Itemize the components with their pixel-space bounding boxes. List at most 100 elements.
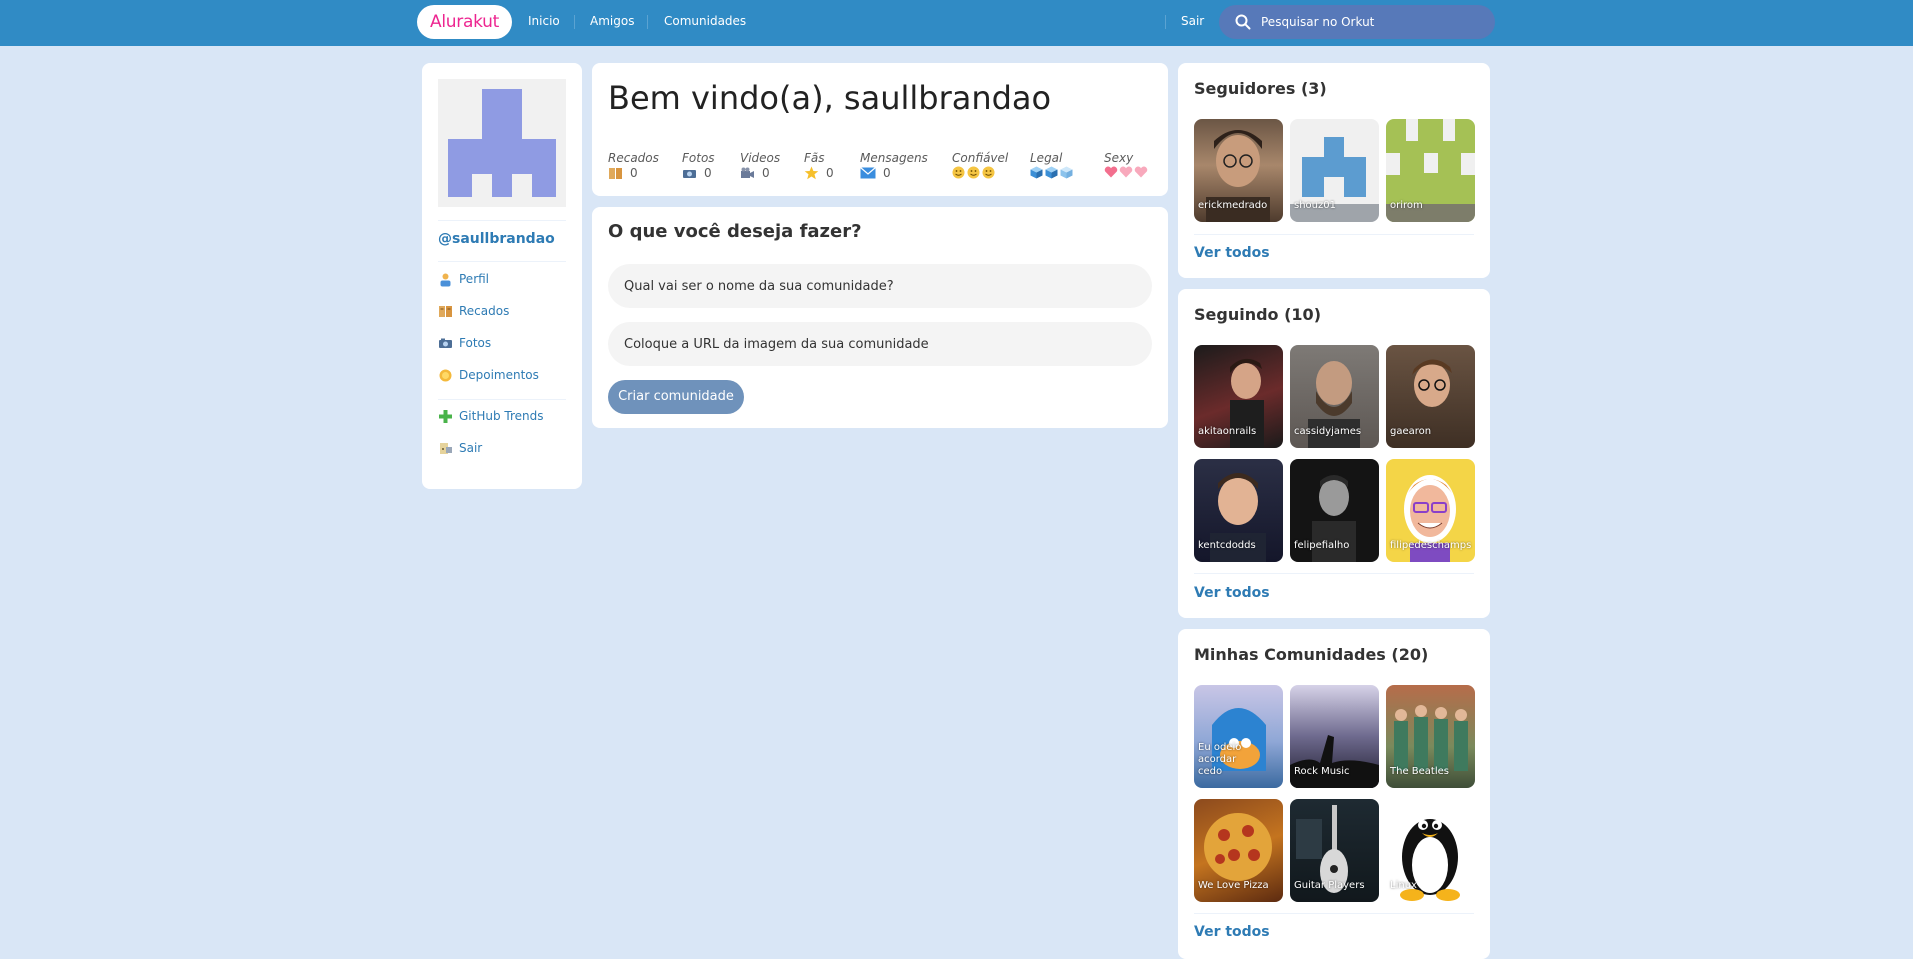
- search-input[interactable]: Pesquisar no Orkut: [1261, 15, 1374, 29]
- following-name: kentcdodds: [1198, 540, 1256, 551]
- following-name: felipefialho: [1294, 540, 1350, 551]
- nav-divider: [647, 15, 648, 29]
- stat-label: Sexy: [1104, 151, 1134, 165]
- stat-value: 0: [826, 166, 834, 180]
- camera-icon: [439, 338, 452, 348]
- profile-username[interactable]: @saullbrandao: [438, 231, 555, 247]
- stat-label: Fãs: [804, 151, 825, 165]
- alurakut-logo[interactable]: Alurakut: [417, 5, 512, 39]
- community-card[interactable]: Eu odeio acordar cedo: [1194, 685, 1283, 788]
- sidebar-item-recados[interactable]: Recados: [438, 303, 509, 319]
- ice-cube-icon: [1030, 166, 1043, 179]
- stat-fotos: Fotos 0: [682, 151, 715, 180]
- following-card[interactable]: gaearon: [1386, 345, 1475, 448]
- following-name: filipedeschamps: [1390, 540, 1472, 551]
- community-name-input[interactable]: [608, 264, 1152, 308]
- following-card[interactable]: felipefialho: [1290, 459, 1379, 562]
- smiley-icon: [967, 166, 980, 179]
- stat-legal: Legal: [1030, 151, 1073, 179]
- stat-videos: Videos 0: [740, 151, 780, 180]
- ice-cube-icon: [1045, 166, 1058, 179]
- following-card[interactable]: cassidyjames: [1290, 345, 1379, 448]
- identicon-image: [448, 89, 556, 197]
- following-card[interactable]: kentcdodds: [1194, 459, 1283, 562]
- following-name: cassidyjames: [1294, 426, 1362, 437]
- create-community-box: O que você deseja fazer? Criar comunidad…: [592, 207, 1168, 428]
- divider: [438, 399, 566, 400]
- nav-divider: [1165, 15, 1166, 29]
- communities-title: Minhas Comunidades (20): [1194, 645, 1429, 664]
- community-card[interactable]: Rock Music: [1290, 685, 1379, 788]
- stat-value: 0: [883, 166, 891, 180]
- sidebar-item-label: Depoimentos: [459, 368, 539, 382]
- follower-name: orirom: [1390, 200, 1423, 211]
- book-icon: [439, 305, 452, 317]
- sidebar-item-label: GitHub Trends: [459, 409, 544, 423]
- heart-icon: [1104, 166, 1118, 178]
- following-name: akitaonrails: [1198, 426, 1257, 437]
- stat-value: 0: [704, 166, 712, 180]
- community-name: Linux: [1390, 880, 1417, 891]
- following-box: Seguindo (10) akitaonrails cassidyjames …: [1178, 289, 1490, 618]
- community-card[interactable]: The Beatles: [1386, 685, 1475, 788]
- profile-sidebar: @saullbrandao Perfil Recados Fotos Depoi…: [422, 63, 582, 489]
- stat-fas: Fãs 0: [804, 151, 834, 180]
- stat-label: Legal: [1030, 151, 1063, 165]
- stat-sexy: Sexy: [1104, 151, 1148, 178]
- stat-label: Fotos: [682, 151, 715, 165]
- create-community-button[interactable]: Criar comunidade: [608, 380, 744, 414]
- following-card[interactable]: filipedeschamps: [1386, 459, 1475, 562]
- sidebar-item-github-trends[interactable]: GitHub Trends: [438, 408, 544, 424]
- follower-card[interactable]: orirom: [1386, 119, 1475, 222]
- ice-cube-icon: [1060, 166, 1073, 179]
- followers-title: Seguidores (3): [1194, 79, 1327, 98]
- divider: [1194, 573, 1474, 574]
- top-nav-bar: Alurakut Inicio Amigos Comunidades Sair …: [0, 0, 1913, 46]
- nav-comunidades-link[interactable]: Comunidades: [664, 14, 746, 28]
- sidebar-item-label: Sair: [459, 441, 483, 455]
- following-see-all-link[interactable]: Ver todos: [1194, 585, 1270, 601]
- divider: [1194, 234, 1474, 235]
- divider: [438, 261, 566, 262]
- sidebar-item-perfil[interactable]: Perfil: [438, 271, 489, 287]
- community-card[interactable]: Guitar Players: [1290, 799, 1379, 902]
- nav-divider: [574, 15, 575, 29]
- nav-inicio-link[interactable]: Inicio: [528, 14, 560, 28]
- smiley-icon: [952, 166, 1008, 179]
- sun-icon: [439, 369, 452, 381]
- video-camera-icon: [741, 167, 754, 178]
- sidebar-item-depoimentos[interactable]: Depoimentos: [438, 367, 539, 383]
- avatar[interactable]: [438, 79, 566, 207]
- sidebar-item-label: Fotos: [459, 336, 492, 350]
- logout-link[interactable]: Sair: [1181, 14, 1204, 28]
- sidebar-item-label: Perfil: [459, 272, 490, 286]
- followers-see-all-link[interactable]: Ver todos: [1194, 245, 1270, 261]
- sidebar-item-fotos[interactable]: Fotos: [438, 335, 491, 351]
- community-card[interactable]: Linux: [1386, 799, 1475, 902]
- stat-confiavel: Confiável: [952, 151, 1008, 179]
- sidebar-item-sair[interactable]: Sair: [438, 440, 482, 456]
- followers-box: Seguidores (3) erickmedrado shouz01 orir…: [1178, 63, 1490, 278]
- book-icon: [609, 167, 622, 179]
- heart-icon: [1119, 166, 1133, 178]
- follower-card[interactable]: shouz01: [1290, 119, 1379, 222]
- stat-mensagens: Mensagens 0: [860, 151, 928, 180]
- search-bar[interactable]: Pesquisar no Orkut: [1219, 5, 1495, 39]
- stat-value: 0: [630, 166, 638, 180]
- nav-amigos-link[interactable]: Amigos: [590, 14, 634, 28]
- community-card[interactable]: We Love Pizza: [1194, 799, 1283, 902]
- sidebar-item-label: Recados: [459, 304, 510, 318]
- communities-see-all-link[interactable]: Ver todos: [1194, 924, 1270, 940]
- following-card[interactable]: akitaonrails: [1194, 345, 1283, 448]
- community-name: We Love Pizza: [1198, 880, 1269, 891]
- plus-icon: [439, 409, 452, 423]
- stat-label: Videos: [740, 151, 781, 165]
- search-icon: [1235, 14, 1251, 30]
- welcome-title: Bem vindo(a), saullbrandao: [608, 79, 1052, 117]
- stat-value: 0: [762, 166, 770, 180]
- smiley-icon: [952, 166, 965, 179]
- follower-card[interactable]: erickmedrado: [1194, 119, 1283, 222]
- following-title: Seguindo (10): [1194, 305, 1321, 324]
- community-image-url-input[interactable]: [608, 322, 1152, 366]
- community-name: Eu odeio acordar cedo: [1198, 742, 1242, 777]
